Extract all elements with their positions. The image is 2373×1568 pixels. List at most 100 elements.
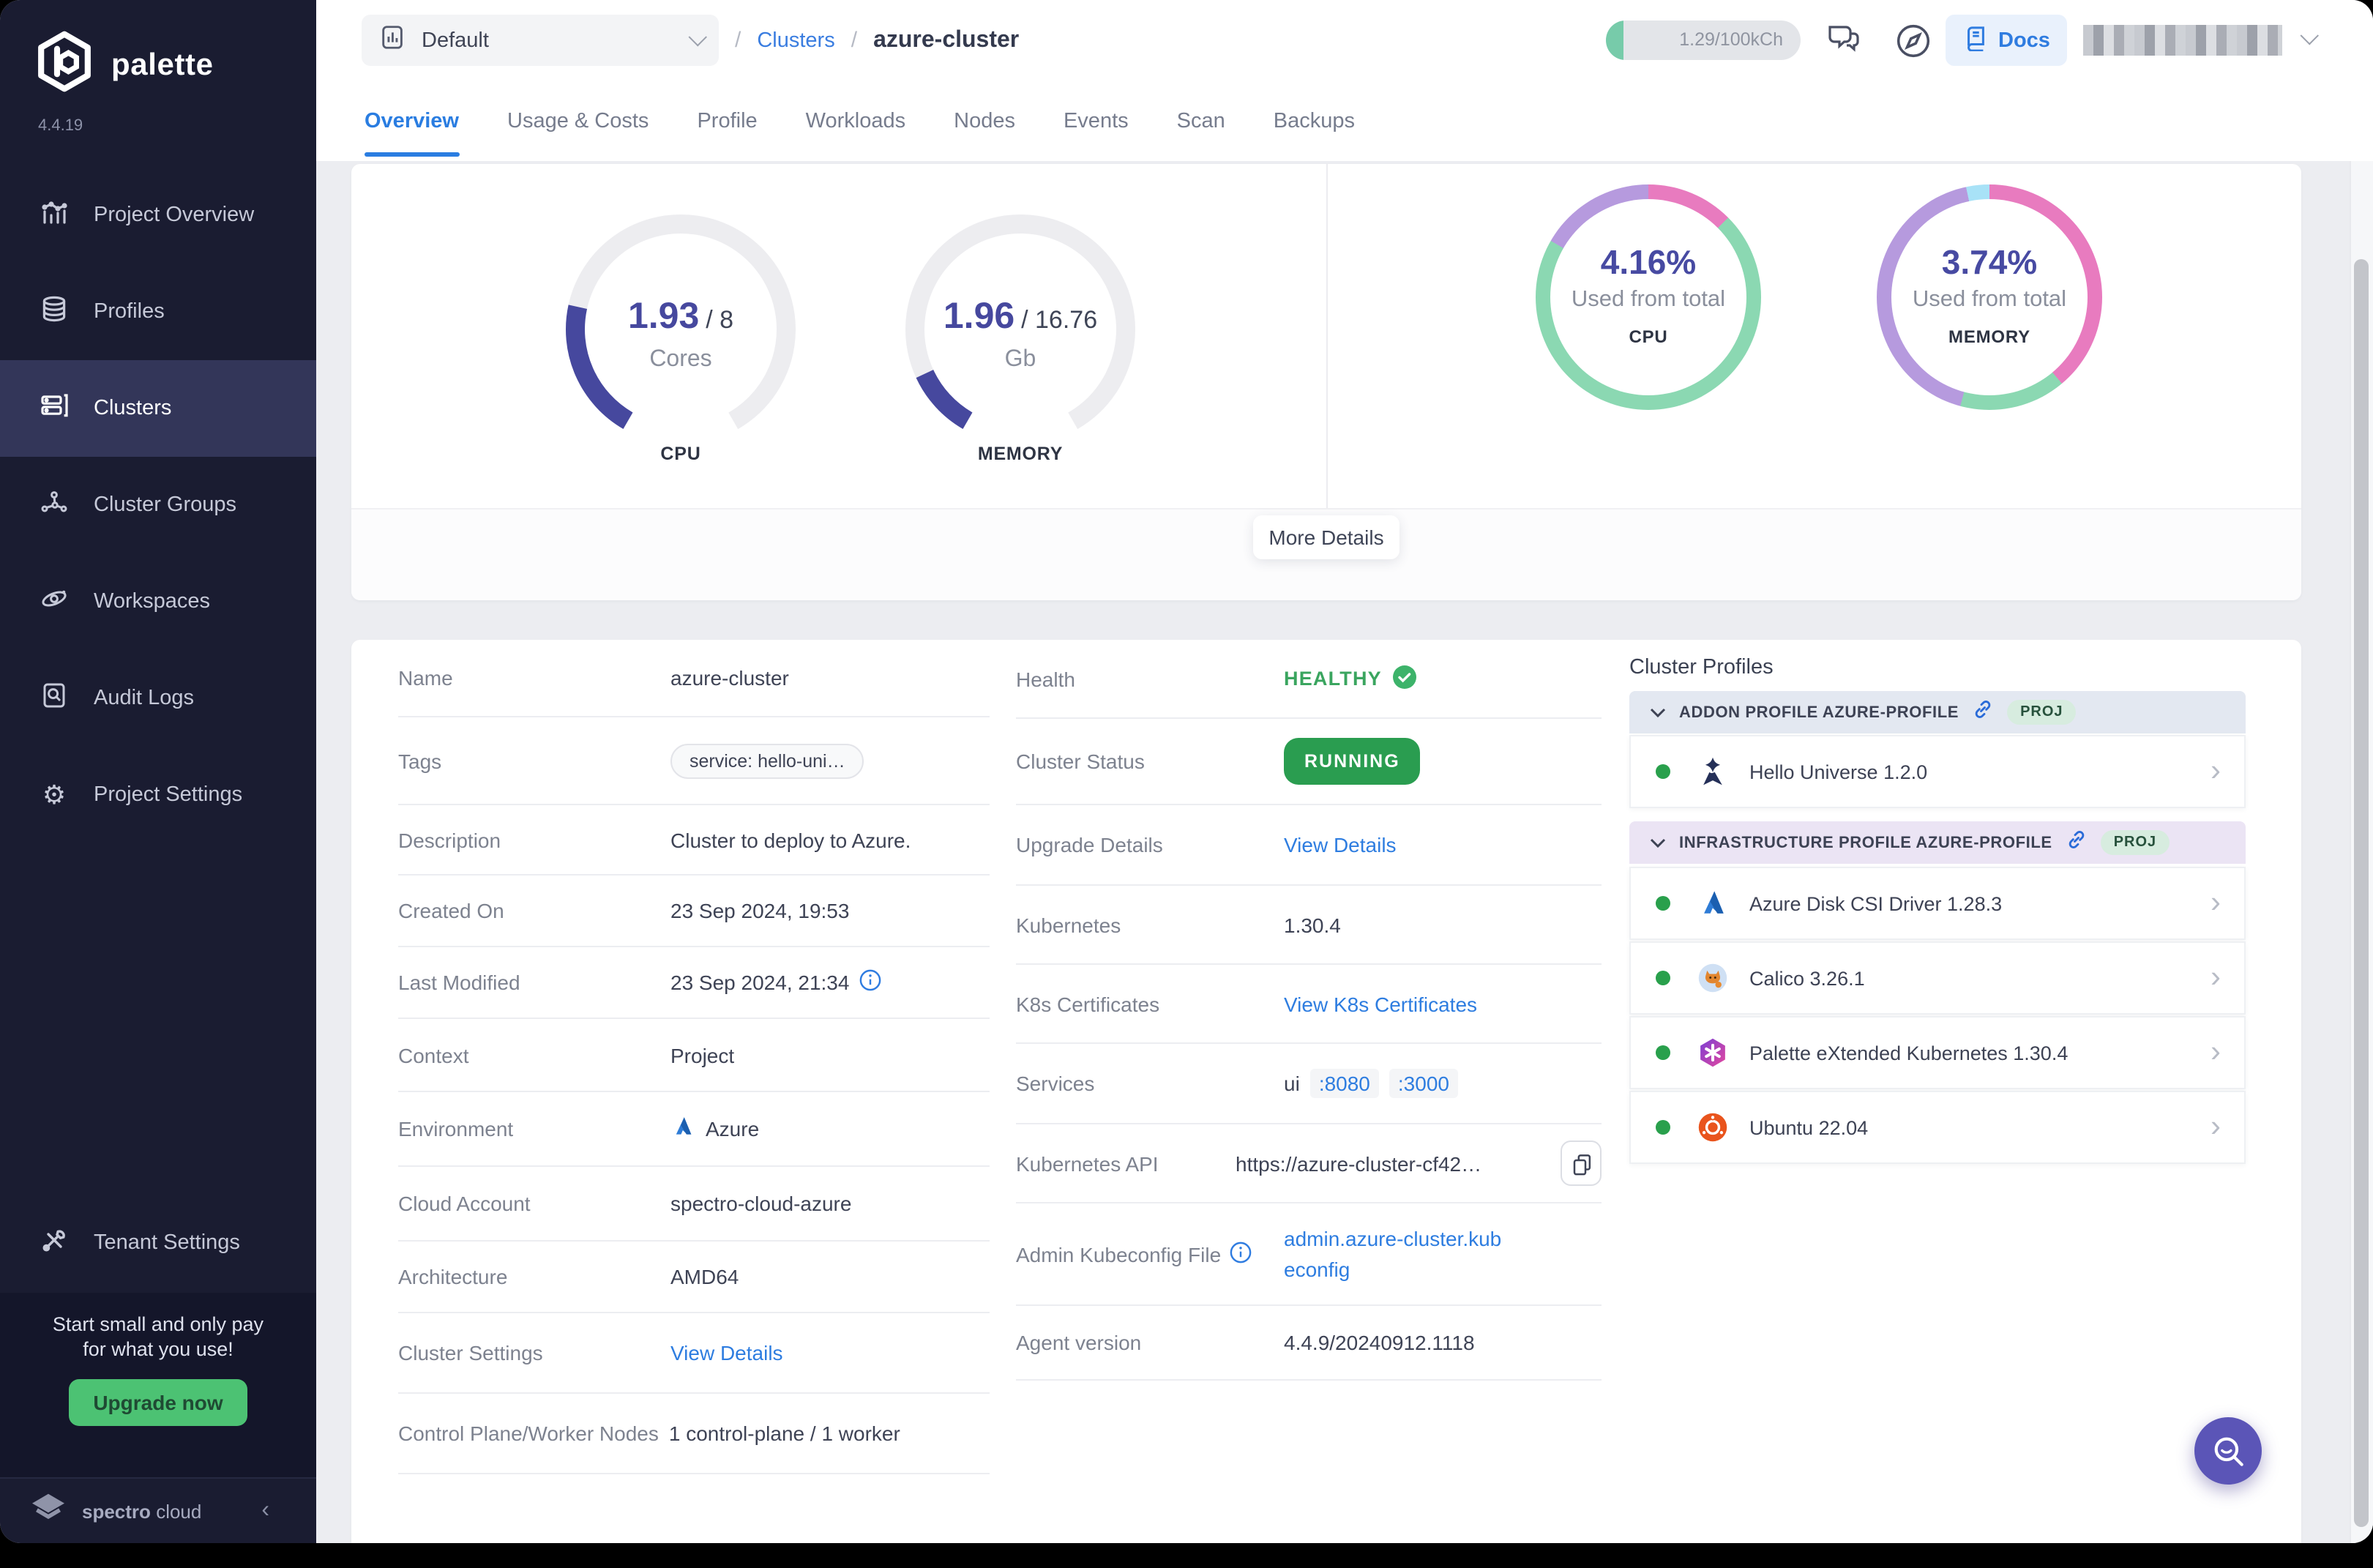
memory-usage-caption: Used from total	[1877, 287, 2102, 313]
service-port-link[interactable]: :3000	[1389, 1069, 1458, 1098]
sidebar-footer: spectro cloud ‹	[0, 1477, 316, 1543]
detail-row-cloud-account: Cloud Account spectro-cloud-azure	[398, 1167, 990, 1240]
status-dot	[1656, 971, 1670, 985]
info-icon[interactable]	[859, 969, 881, 996]
collapse-sidebar-icon[interactable]: ‹	[261, 1498, 269, 1524]
cpu-donut-label: CPU	[1536, 326, 1761, 347]
breadcrumb-separator: /	[735, 28, 741, 53]
azure-icon	[1695, 887, 1730, 919]
calico-icon	[1695, 962, 1730, 994]
cluster-settings-view-details-link[interactable]: View Details	[670, 1341, 783, 1364]
service-port-link[interactable]: :8080	[1310, 1069, 1379, 1098]
status-row-kubernetes-api: Kubernetes API https://azure-cluster-cf4…	[1016, 1124, 1602, 1202]
profile-pack-ubuntu[interactable]: Ubuntu 22.04 ›	[1629, 1091, 2246, 1164]
user-name-redacted[interactable]	[2083, 25, 2282, 56]
breadcrumb-clusters-link[interactable]: Clusters	[757, 29, 834, 52]
status-dot	[1656, 764, 1670, 779]
detail-row-description: Description Cluster to deploy to Azure.	[398, 805, 990, 874]
user-menu-chevron-icon[interactable]	[2301, 26, 2319, 45]
tab-nodes[interactable]: Nodes	[954, 81, 1015, 161]
breadcrumb-separator: /	[851, 28, 857, 53]
footer-brand: spectro cloud	[82, 1500, 201, 1522]
tab-backups[interactable]: Backups	[1274, 81, 1355, 161]
tab-profile[interactable]: Profile	[697, 81, 757, 161]
memory-donut-label: MEMORY	[1877, 326, 2102, 347]
memory-unit: Gb	[896, 347, 1145, 373]
azure-icon	[670, 1114, 695, 1143]
cpu-unit: Cores	[556, 347, 805, 373]
tab-overview[interactable]: Overview	[365, 81, 459, 161]
status-row-services: Services ui :8080 :3000	[1016, 1044, 1602, 1123]
tab-scan[interactable]: Scan	[1177, 81, 1225, 161]
memory-total-value: / 16.76	[1021, 306, 1097, 334]
sidebar-item-label: Profiles	[94, 300, 165, 324]
project-selector[interactable]: Default	[362, 15, 719, 66]
profile-pack-hello-universe[interactable]: Hello Universe 1.2.0 ›	[1629, 735, 2246, 808]
docs-button[interactable]: Docs	[1946, 15, 2068, 66]
tab-usage-costs[interactable]: Usage & Costs	[507, 81, 649, 161]
sidebar-item-project-overview[interactable]: Project Overview	[0, 167, 316, 264]
search-fab-button[interactable]	[2194, 1417, 2262, 1485]
card-divider	[1326, 164, 1328, 508]
page-content: 1.93 / 8 Cores CPU 1.96 / 16.76	[316, 161, 2373, 1543]
memory-used-value: 1.96	[943, 296, 1014, 337]
cpu-used-value: 1.93	[628, 296, 699, 337]
sidebar-item-cluster-groups[interactable]: Cluster Groups	[0, 457, 316, 553]
detail-row-last-modified: Last Modified 23 Sep 2024, 21:34	[398, 947, 990, 1018]
breadcrumb-current: azure-cluster	[873, 27, 1019, 53]
layers-icon	[40, 294, 69, 329]
overview-card-footer: More Details	[351, 509, 2301, 600]
kubeconfig-download-link[interactable]: admin.azure-cluster.kubeconfig	[1284, 1223, 1503, 1285]
sidebar-item-workspaces[interactable]: Workspaces	[0, 553, 316, 650]
detail-row-nodes: Control Plane/Worker Nodes 1 control-pla…	[398, 1394, 990, 1473]
cpu-usage-percent: 4.16%	[1536, 243, 1761, 283]
upgrade-now-button[interactable]: Upgrade now	[68, 1379, 247, 1426]
profile-pack-calico[interactable]: Calico 3.26.1 ›	[1629, 941, 2246, 1015]
cluster-profiles-title: Cluster Profiles	[1629, 656, 1774, 679]
scrollbar-track[interactable]	[2350, 161, 2373, 1543]
info-icon[interactable]	[1230, 1241, 1252, 1267]
docs-label: Docs	[1998, 29, 2050, 52]
brand: palette	[35, 29, 214, 101]
status-row-cluster-status: Cluster Status RUNNING	[1016, 719, 1602, 804]
profile-pack-pxk[interactable]: Palette eXtended Kubernetes 1.30.4 ›	[1629, 1016, 2246, 1089]
memory-gauge-label: MEMORY	[896, 444, 1145, 464]
tag-pill[interactable]: service: hello-uni…	[670, 743, 864, 778]
sidebar-item-label: Tenant Settings	[94, 1231, 240, 1255]
profile-pack-azure-csi[interactable]: Azure Disk CSI Driver 1.28.3 ›	[1629, 867, 2246, 940]
upgrade-view-details-link[interactable]: View Details	[1284, 833, 1397, 856]
addon-profile-header[interactable]: ADDON PROFILE AZURE-PROFILE PROJ	[1629, 691, 2246, 733]
view-k8s-certificates-link[interactable]: View K8s Certificates	[1284, 992, 1477, 1015]
sidebar-item-label: Project Settings	[94, 783, 242, 807]
sidebar-item-audit-logs[interactable]: Audit Logs	[0, 650, 316, 747]
cluster-name-value: azure-cluster	[670, 666, 789, 690]
usage-meter: 1.29/100kCh	[1606, 20, 1801, 60]
sidebar-item-project-settings[interactable]: ⚙ Project Settings	[0, 747, 316, 843]
app-window: palette 4.4.19 Project Overview Profiles…	[0, 0, 2373, 1543]
tab-workloads[interactable]: Workloads	[806, 81, 905, 161]
sidebar-item-tenant-settings[interactable]: Tenant Settings	[0, 1195, 316, 1291]
scrollbar-thumb[interactable]	[2354, 259, 2369, 1527]
cpu-usage-donut: 4.16% Used from total CPU	[1536, 184, 1761, 410]
compass-icon[interactable]	[1894, 22, 1932, 67]
sidebar-item-label: Workspaces	[94, 590, 210, 613]
chevron-down-icon	[1650, 699, 1666, 725]
status-row-health: Health HEALTHY	[1016, 640, 1602, 717]
chevron-right-icon: ›	[2211, 1035, 2221, 1070]
sidebar-item-profiles[interactable]: Profiles	[0, 264, 316, 360]
tab-events[interactable]: Events	[1064, 81, 1129, 161]
book-icon	[1963, 24, 1988, 56]
status-dot	[1656, 896, 1670, 911]
chat-icon[interactable]	[1824, 20, 1864, 66]
ubuntu-icon	[1695, 1111, 1730, 1143]
sidebar-item-clusters[interactable]: Clusters	[0, 360, 316, 457]
pxk-icon	[1695, 1037, 1730, 1069]
servers-icon	[40, 391, 69, 426]
more-details-button[interactable]: More Details	[1253, 515, 1399, 559]
proj-badge: PROJ	[2007, 700, 2076, 725]
detail-row-context: Context Project	[398, 1019, 990, 1091]
infrastructure-profile-header[interactable]: INFRASTRUCTURE PROFILE AZURE-PROFILE PRO…	[1629, 821, 2246, 864]
project-chart-icon	[379, 23, 407, 58]
copy-icon[interactable]	[1561, 1140, 1602, 1186]
detail-row-tags: Tags service: hello-uni…	[398, 717, 990, 804]
